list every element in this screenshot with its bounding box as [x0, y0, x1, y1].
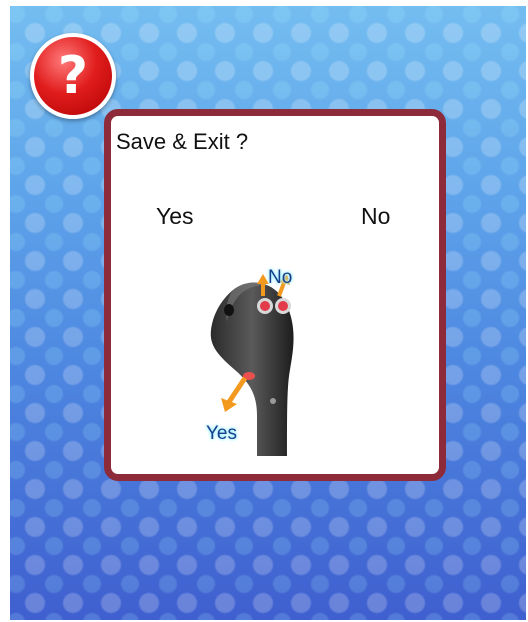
- save-exit-dialog: Save & Exit ? Yes No No Yes: [104, 109, 446, 481]
- joystick-no-hint: No: [268, 267, 293, 288]
- joystick-hole: [224, 304, 234, 316]
- no-option[interactable]: No: [361, 203, 390, 230]
- dialog-title: Save & Exit ?: [116, 129, 249, 154]
- screen: ? Save & Exit ? Yes No No Yes: [10, 6, 526, 620]
- question-mark-icon: ?: [30, 33, 116, 119]
- yes-option[interactable]: Yes: [156, 203, 194, 230]
- question-mark-glyph: ?: [57, 46, 89, 106]
- joystick-yes-hint: Yes: [206, 423, 237, 444]
- arrow-down-icon: [226, 376, 248, 404]
